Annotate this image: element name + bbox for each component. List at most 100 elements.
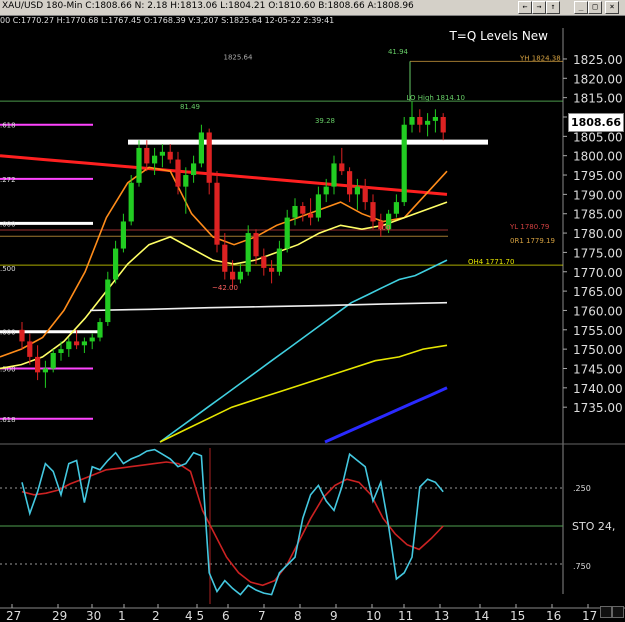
candle-body [362,186,368,203]
candle-body [144,147,150,164]
date-tick-label: 8 [294,609,302,622]
price-tick-label: 1750.00 [573,343,623,357]
moving-average-line [89,301,448,312]
stochastic-panel: .250 .750 [0,448,591,604]
price-annotation: 41.94 [388,48,409,56]
candle-body [315,194,321,218]
candle-body [222,244,228,272]
candle-body [253,233,259,257]
date-tick-label: 10 [366,609,381,622]
candle-body [175,159,181,187]
price-annotation: 81.49 [180,103,200,111]
scroll-left-button[interactable] [600,606,612,618]
moving-averages [0,154,448,444]
date-tick-label: 6 [222,609,230,622]
date-tick-label: 9 [330,609,338,622]
candle-body [409,116,415,125]
fib-label: .618 [0,416,16,424]
candle-body [331,163,337,187]
moving-average-line [159,259,448,443]
date-tick-label: 15 [510,609,525,622]
window-title-bar: XAU/USD 180-Min C:1808.66 N: 2.18 H:1813… [0,0,625,16]
current-price-box: 1808.66 [568,113,624,132]
date-tick-label: 11 [398,609,413,622]
osc-d-line [21,461,444,587]
date-tick-label: 27 [6,609,21,622]
date-tick-label: 1 [118,609,126,622]
osc-k-line [21,448,444,596]
candle-body [393,202,399,214]
candle-body [97,322,103,338]
candle-body [370,202,376,222]
maximize-button[interactable]: □ [588,1,602,14]
date-tick-label: 16 [546,609,561,622]
candle-body [323,186,329,195]
candle-body [74,341,80,346]
date-tick-label: 7 [258,609,266,622]
fib-label: .000 [0,329,16,337]
price-tick-label: 1745.00 [573,362,623,376]
candle-body [237,271,243,280]
price-annotation: .00 [379,224,390,232]
candle-body [417,116,423,125]
candle-body [105,279,111,323]
scroll-right-button[interactable] [612,606,624,618]
arrow-up-icon[interactable]: ↑ [546,1,560,14]
candle-body [66,341,72,350]
candle-body [440,116,446,133]
level-label: YL 1780.79 [509,223,549,231]
stochastic-label: STO 24, [572,520,616,533]
candle-body [167,151,173,160]
close-button[interactable]: × [605,1,619,14]
fib-label: .500 [0,265,16,273]
candle-body [214,182,220,245]
fib-label: .272 [0,176,16,184]
price-chart[interactable]: LO High 1814.10 YH 1824.38 YL 1780.79 0R1 1… [0,28,625,622]
candle-body [191,163,197,176]
candle-body [183,175,189,187]
candle-body [308,213,314,218]
candle-body [27,341,33,357]
candle-body [113,248,119,280]
price-tick-label: 1765.00 [573,285,623,299]
moving-average-line [159,344,448,443]
price-tick-label: 1760.00 [573,304,623,318]
level-lines: LO High 1814.10 YH 1824.38 YL 1780.79 0R1 1… [0,53,563,424]
arrow-right-icon[interactable]: → [532,1,546,14]
candle-body [159,151,165,156]
minimize-button[interactable]: _ [574,1,588,14]
moving-average-line [0,154,448,196]
candle-body [354,186,360,195]
candle-body [42,368,48,373]
candle-body [19,329,25,342]
candle-body [269,267,275,272]
candle-body [401,124,407,203]
candle-body [152,155,158,164]
date-axis: 27 29 30 1 2 4 5 6 7 8 9 10 11 13 14 15 16 17 [0,604,625,622]
price-tick-label: 1795.00 [573,169,623,183]
chart-annotations: 41.94 81.49 39.28 ~42.00 .00 [180,48,409,292]
price-tick-label: 1825.00 [573,53,623,67]
candle-body [292,205,298,218]
candle-body [89,337,95,342]
candle-body [245,233,251,272]
price-annotation: 39.28 [315,117,335,125]
candle-body [230,271,236,280]
level-label: 1825.64 [224,53,253,61]
fib-label: .000 [0,220,16,228]
price-tick-label: 1735.00 [573,401,623,415]
osc-level-label: .250 [573,484,591,493]
date-tick-label: 4 5 [185,609,204,622]
date-tick-label: 13 [434,609,449,622]
candle-body [347,171,353,195]
candle-body [284,217,290,249]
level-label: 0R1 1779.19 [510,237,555,245]
candle-body [206,132,212,183]
arrow-left-icon[interactable]: ← [518,1,532,14]
date-tick-label: 14 [474,609,489,622]
candle-body [136,147,142,183]
price-tick-label: 1800.00 [573,150,623,164]
date-tick-label: 30 [86,609,101,622]
date-tick-label: 2 [152,609,160,622]
candle-body [198,132,204,164]
